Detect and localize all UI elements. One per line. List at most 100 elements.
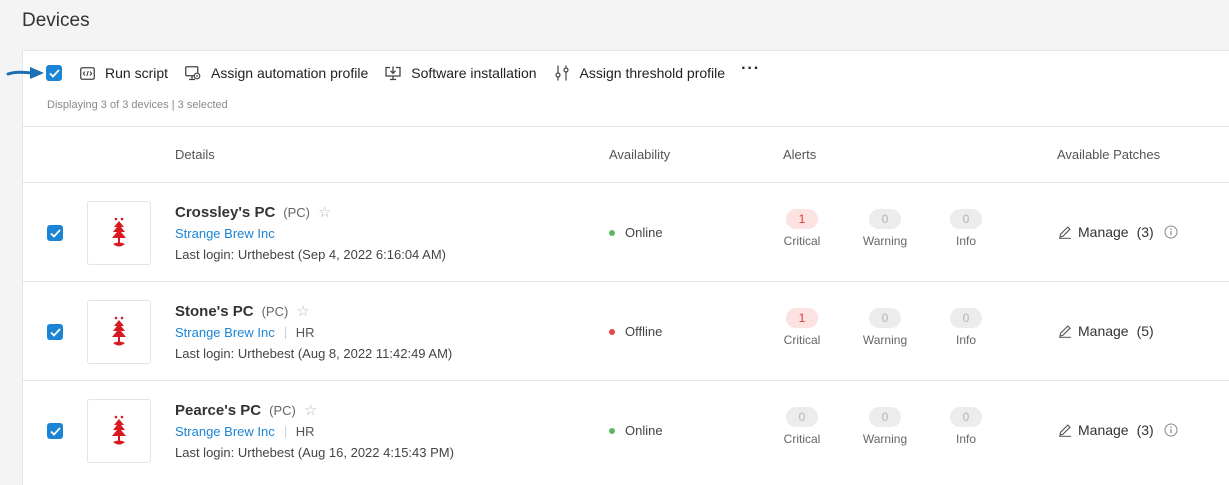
critical-count-badge: 1 bbox=[786, 308, 818, 328]
alert-critical[interactable]: 1 Critical bbox=[772, 209, 832, 248]
manage-patches-button[interactable]: Manage (3) bbox=[1058, 224, 1178, 240]
club-crest-icon bbox=[112, 415, 126, 445]
device-name[interactable]: Crossley's PC bbox=[175, 204, 275, 221]
column-header-details[interactable]: Details bbox=[175, 147, 215, 162]
assign-threshold-profile-label: Assign threshold profile bbox=[579, 65, 726, 81]
manage-label: Manage bbox=[1078, 422, 1129, 438]
select-all-checkbox[interactable] bbox=[46, 65, 62, 81]
critical-count-badge: 0 bbox=[786, 407, 818, 427]
selection-summary: Displaying 3 of 3 devices | 3 selected bbox=[47, 99, 228, 111]
critical-label: Critical bbox=[783, 234, 821, 248]
code-icon bbox=[79, 65, 95, 81]
status-dot-icon bbox=[609, 229, 615, 236]
column-header-available-patches[interactable]: Available Patches bbox=[1057, 147, 1160, 162]
department: HR bbox=[295, 424, 315, 439]
sliders-icon bbox=[554, 65, 570, 81]
row-checkbox[interactable] bbox=[47, 324, 63, 340]
assign-automation-profile-button[interactable]: Assign automation profile bbox=[185, 65, 368, 81]
row-checkbox[interactable] bbox=[47, 225, 63, 241]
manage-label: Manage bbox=[1078, 224, 1129, 240]
device-row[interactable]: Pearce's PC (PC) ☆ Strange Brew Inc HR L… bbox=[22, 380, 1229, 479]
run-script-button[interactable]: Run script bbox=[79, 65, 168, 81]
device-row[interactable]: Stone's PC (PC) ☆ Strange Brew Inc HR La… bbox=[22, 281, 1229, 380]
warning-label: Warning bbox=[862, 333, 908, 347]
software-installation-label: Software installation bbox=[411, 65, 537, 81]
device-name[interactable]: Pearce's PC bbox=[175, 402, 261, 419]
club-crest-icon bbox=[112, 217, 126, 247]
info-label: Info bbox=[955, 234, 976, 248]
status-dot-icon bbox=[609, 328, 615, 335]
organization-link[interactable]: Strange Brew Inc bbox=[175, 325, 275, 340]
pencil-icon bbox=[1058, 324, 1072, 338]
alert-critical[interactable]: 0 Critical bbox=[772, 407, 832, 446]
alert-warning[interactable]: 0 Warning bbox=[855, 407, 915, 446]
status-dot-icon bbox=[609, 427, 615, 434]
info-icon[interactable] bbox=[1164, 423, 1178, 437]
alert-warning[interactable]: 0 Warning bbox=[855, 308, 915, 347]
device-name[interactable]: Stone's PC bbox=[175, 303, 254, 320]
warning-label: Warning bbox=[862, 234, 908, 248]
availability-status: Offline bbox=[609, 324, 662, 339]
organization-link[interactable]: Strange Brew Inc bbox=[175, 226, 275, 241]
availability-label: Offline bbox=[625, 324, 663, 339]
device-row[interactable]: Crossley's PC (PC) ☆ Strange Brew Inc La… bbox=[22, 182, 1229, 281]
alert-warning[interactable]: 0 Warning bbox=[855, 209, 915, 248]
manage-label: Manage bbox=[1078, 323, 1129, 339]
alert-info[interactable]: 0 Info bbox=[936, 407, 996, 446]
info-count-badge: 0 bbox=[950, 209, 982, 229]
last-login: Last login: Urthebest (Aug 8, 2022 11:42… bbox=[175, 346, 453, 361]
availability-label: Online bbox=[625, 423, 663, 438]
run-script-label: Run script bbox=[105, 65, 169, 81]
device-type: (PC) bbox=[269, 403, 296, 418]
critical-label: Critical bbox=[783, 432, 821, 446]
manage-patches-button[interactable]: Manage (3) bbox=[1058, 422, 1178, 438]
availability-status: Online bbox=[609, 225, 663, 240]
device-logo bbox=[87, 201, 151, 265]
last-login: Last login: Urthebest (Sep 4, 2022 6:16:… bbox=[175, 247, 447, 262]
pointer-arrow-icon bbox=[6, 67, 44, 79]
warning-label: Warning bbox=[862, 432, 908, 446]
info-icon[interactable] bbox=[1164, 225, 1178, 239]
header-divider bbox=[22, 126, 1229, 127]
star-icon[interactable]: ☆ bbox=[304, 401, 317, 419]
assign-threshold-profile-button[interactable]: Assign threshold profile bbox=[554, 65, 726, 81]
availability-label: Online bbox=[625, 225, 663, 240]
alert-info[interactable]: 0 Info bbox=[936, 209, 996, 248]
divider bbox=[284, 326, 286, 339]
alert-info[interactable]: 0 Info bbox=[936, 308, 996, 347]
warning-count-badge: 0 bbox=[869, 407, 901, 427]
patch-count: (3) bbox=[1136, 422, 1154, 438]
column-header-alerts[interactable]: Alerts bbox=[783, 147, 816, 162]
info-count-badge: 0 bbox=[950, 308, 982, 328]
manage-patches-button[interactable]: Manage (5) bbox=[1058, 323, 1154, 339]
page-title: Devices bbox=[22, 10, 90, 31]
device-type: (PC) bbox=[283, 205, 311, 220]
warning-count-badge: 0 bbox=[869, 308, 901, 328]
star-icon[interactable]: ☆ bbox=[318, 203, 331, 221]
patch-count: (5) bbox=[1136, 323, 1154, 339]
info-label: Info bbox=[955, 333, 976, 347]
department: HR bbox=[295, 325, 315, 340]
alert-critical[interactable]: 1 Critical bbox=[772, 308, 832, 347]
availability-status: Online bbox=[609, 423, 663, 438]
star-icon[interactable]: ☆ bbox=[296, 302, 309, 320]
device-type: (PC) bbox=[261, 304, 289, 319]
critical-count-badge: 1 bbox=[786, 209, 818, 229]
more-actions-button[interactable]: ··· bbox=[741, 60, 760, 78]
device-logo bbox=[87, 399, 151, 463]
device-logo bbox=[87, 300, 151, 364]
column-header-availability[interactable]: Availability bbox=[609, 147, 670, 162]
bulk-actions-toolbar: Run script Assign automation profile Sof… bbox=[46, 60, 760, 82]
row-checkbox[interactable] bbox=[47, 423, 63, 439]
software-installation-button[interactable]: Software installation bbox=[385, 65, 537, 81]
assign-automation-profile-label: Assign automation profile bbox=[211, 65, 369, 81]
monitor-download-icon bbox=[385, 65, 401, 81]
club-crest-icon bbox=[112, 316, 126, 346]
info-label: Info bbox=[955, 432, 976, 446]
divider bbox=[284, 425, 286, 438]
pencil-icon bbox=[1058, 423, 1072, 437]
warning-count-badge: 0 bbox=[869, 209, 901, 229]
monitor-gear-icon bbox=[185, 65, 201, 81]
last-login: Last login: Urthebest (Aug 16, 2022 4:15… bbox=[175, 445, 454, 460]
organization-link[interactable]: Strange Brew Inc bbox=[175, 424, 275, 439]
